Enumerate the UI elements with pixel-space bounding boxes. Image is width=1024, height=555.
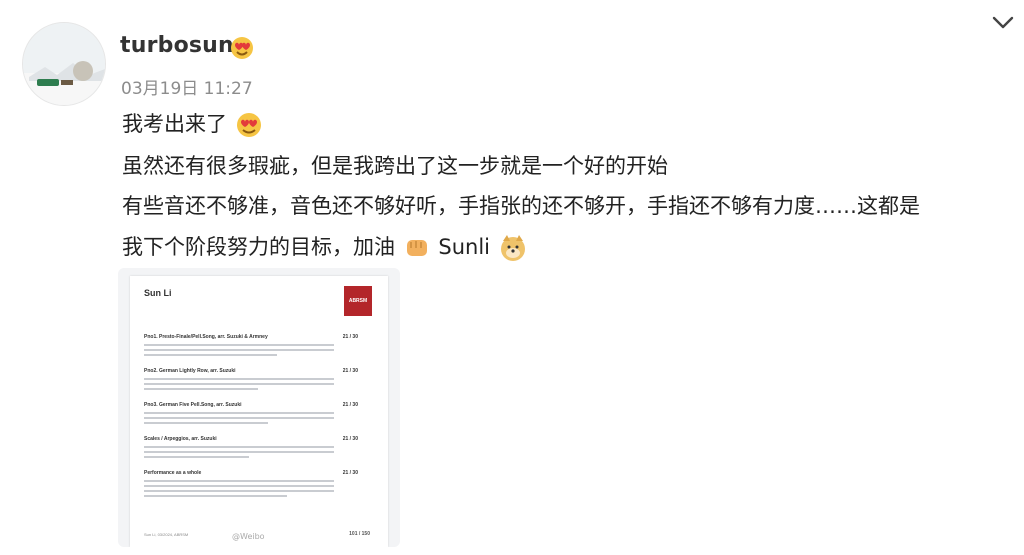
certificate-total: 101 / 150 (349, 531, 370, 537)
certificate-row-mark: 21 / 30 (342, 470, 358, 476)
certificate-row-title: Scales / Arpeggios, arr. Suzuki (144, 436, 217, 442)
post-text-segment: 我下个阶段努力的目标，加油 (122, 235, 395, 259)
post-text-segment: 我考出来了 (122, 112, 227, 136)
abrsm-logo: ABRSM (344, 286, 372, 316)
certificate-preview: Sun Li ABRSM Pno1. Presto-Finale/Pell.So… (130, 276, 388, 547)
attached-image[interactable]: Sun Li ABRSM Pno1. Presto-Finale/Pell.So… (118, 268, 400, 547)
certificate-row-text (144, 378, 334, 393)
certificate-name: Sun Li (144, 288, 172, 298)
certificate-row-title: Performance as a whole (144, 470, 202, 476)
certificate-footer: Sun Li, 03/2024, ABRSM (144, 532, 189, 537)
post-text-line: 我考出来了 (122, 108, 264, 139)
certificate-row-title: Pno3. German Five Pell.Song, arr. Suzuki (144, 402, 242, 408)
fist-emoji-icon (406, 240, 427, 256)
post-text-line: 我下个阶段努力的目标，加油 Sunli (122, 231, 529, 263)
post-text-line: 虽然还有很多瑕疵，但是我跨出了这一步就是一个好的开始 (122, 154, 668, 178)
certificate-row-title: Pno2. German Lightly Row, arr. Suzuki (144, 368, 236, 374)
certificate-row-mark: 21 / 30 (342, 402, 358, 408)
avatar[interactable] (22, 22, 106, 106)
post-timestamp[interactable]: 03月19日 11:27 (121, 74, 253, 99)
post-text-line: 有些音还不够准，音色还不够好听，手指张的还不够开，手指还不够有力度……这都是 (122, 194, 920, 218)
watermark: @Weibo (232, 532, 265, 541)
certificate-row-text (144, 412, 334, 427)
chevron-down-icon[interactable] (991, 14, 1015, 32)
certificate-row-mark: 21 / 30 (342, 436, 358, 442)
heart-eyes-emoji-icon (236, 113, 261, 137)
certificate-row-title: Pno1. Presto-Finale/Pell.Song, arr. Suzu… (144, 334, 268, 340)
certificate-row-mark: 21 / 30 (342, 368, 358, 374)
username[interactable]: turbosun (120, 33, 234, 58)
certificate-row-text (144, 344, 334, 359)
heart-eyes-face-icon (231, 37, 253, 59)
doge-emoji-icon (500, 235, 525, 261)
certificate-row-text (144, 446, 334, 461)
avatar-image (23, 23, 105, 105)
certificate-row-mark: 21 / 30 (342, 334, 358, 340)
certificate-row-text (144, 480, 334, 500)
signature-text: Sunli (438, 235, 490, 259)
